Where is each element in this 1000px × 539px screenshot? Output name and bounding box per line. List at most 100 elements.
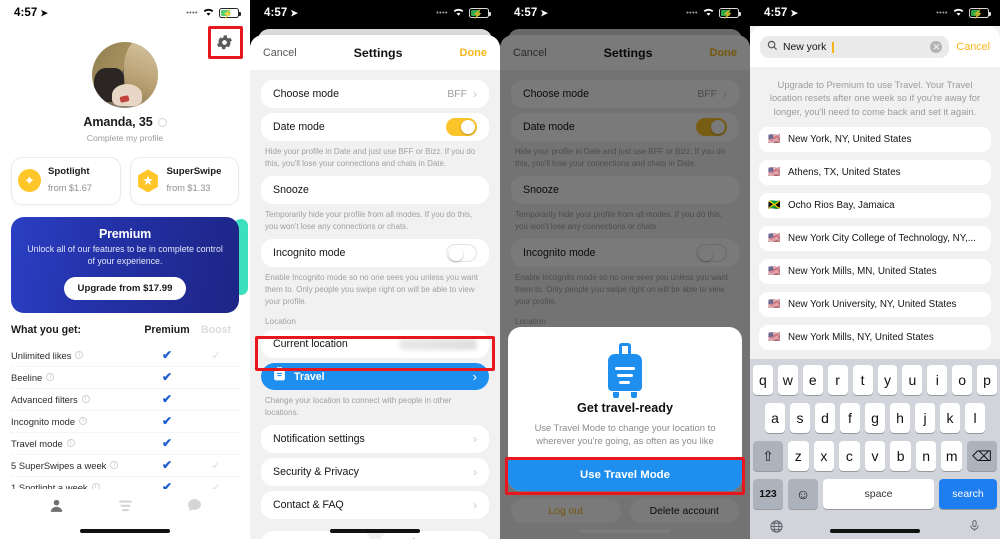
current-location-row[interactable]: Current location bbox=[273, 330, 477, 358]
search-input[interactable]: New york ✕ bbox=[760, 36, 950, 58]
key-z[interactable]: z bbox=[787, 441, 809, 471]
incognito-card[interactable]: Incognito mode bbox=[261, 239, 489, 268]
boost-check: ✓ bbox=[211, 459, 221, 472]
choose-mode-card[interactable]: Choose mode BFF › bbox=[261, 80, 489, 108]
upgrade-button[interactable]: Upgrade from $17.99 bbox=[63, 276, 187, 300]
contact-faq-label: Contact & FAQ bbox=[273, 499, 344, 512]
incognito-toggle[interactable] bbox=[446, 244, 477, 263]
key-n[interactable]: n bbox=[915, 441, 937, 471]
key-c[interactable]: c bbox=[839, 441, 860, 471]
key-l[interactable]: l bbox=[965, 403, 985, 433]
sidebar-item-profile[interactable] bbox=[48, 497, 65, 519]
snooze-card[interactable]: Snooze bbox=[261, 176, 489, 205]
feature-label: Travel mode bbox=[11, 437, 63, 449]
contact-faq-card[interactable]: Contact & FAQ › bbox=[261, 491, 489, 520]
key-k[interactable]: k bbox=[940, 403, 960, 433]
numbers-key[interactable]: 123 bbox=[753, 479, 783, 509]
info-icon[interactable]: i bbox=[79, 417, 88, 426]
key-o[interactable]: o bbox=[952, 365, 973, 395]
status-time-wrap: 4:57 ➤ bbox=[264, 7, 298, 19]
use-travel-mode-button[interactable]: Use Travel Mode bbox=[508, 460, 742, 491]
status-time-wrap: 4:57 ➤ bbox=[764, 7, 798, 19]
sidebar-item-chat[interactable] bbox=[186, 497, 203, 519]
sparkle-circle-icon: ✦ bbox=[18, 169, 41, 193]
travel-row[interactable]: Travel › bbox=[261, 363, 489, 391]
panel-settings: 4:57 ➤ •••• ⚡ Cancel Settings Done Choos… bbox=[250, 0, 500, 539]
key-m[interactable]: m bbox=[941, 441, 963, 471]
table-row: 5 SuperSwipes a week i ✔ ✓ bbox=[11, 455, 239, 477]
list-item[interactable]: 🇺🇸 New York Mills, MN, United States bbox=[759, 259, 991, 285]
incognito-row[interactable]: Incognito mode bbox=[273, 239, 477, 267]
key-p[interactable]: p bbox=[977, 365, 998, 395]
key-x[interactable]: x bbox=[813, 441, 835, 471]
key-j[interactable]: j bbox=[915, 403, 935, 433]
key-a[interactable]: a bbox=[765, 403, 785, 433]
suitcase-icon bbox=[273, 366, 286, 387]
emoji-key[interactable]: ☺ bbox=[788, 479, 818, 509]
superswipe-card[interactable]: ★ SuperSwipe from $1.33 bbox=[129, 157, 239, 205]
key-w[interactable]: w bbox=[777, 365, 798, 395]
battery-icon: ⚡ bbox=[969, 8, 991, 19]
date-mode-toggle[interactable] bbox=[446, 118, 477, 136]
sidebar-item-swipe[interactable] bbox=[116, 497, 135, 519]
notification-settings-card[interactable]: Notification settings › bbox=[261, 425, 489, 454]
list-item[interactable]: 🇯🇲 Ocho Rios Bay, Jamaica bbox=[759, 193, 991, 219]
flag-icon: 🇺🇸 bbox=[768, 299, 781, 311]
key-e[interactable]: e bbox=[802, 365, 823, 395]
spotlight-card[interactable]: ✦ Spotlight from $1.67 bbox=[11, 157, 121, 205]
table-header-boost: Boost bbox=[200, 323, 231, 336]
choose-mode-row[interactable]: Choose mode BFF › bbox=[273, 80, 477, 108]
info-icon[interactable]: i bbox=[46, 373, 55, 382]
current-location-label: Current location bbox=[273, 338, 348, 351]
space-key[interactable]: space bbox=[823, 479, 934, 509]
key-h[interactable]: h bbox=[890, 403, 910, 433]
status-bar-1: 4:57 ➤ •••• ⚡ bbox=[0, 0, 250, 26]
notification-settings-label: Notification settings bbox=[273, 433, 365, 446]
list-item[interactable]: 🇺🇸 New York, NY, United States bbox=[759, 127, 991, 153]
key-f[interactable]: f bbox=[840, 403, 860, 433]
home-indicator bbox=[80, 529, 170, 533]
list-item[interactable]: 🇺🇸 New York City College of Technology, … bbox=[759, 226, 991, 252]
notification-settings-row[interactable]: Notification settings › bbox=[273, 425, 477, 453]
list-item[interactable]: 🇺🇸 New York University, NY, United State… bbox=[759, 292, 991, 318]
premium-card[interactable]: Premium Unlock all of our features to be… bbox=[11, 216, 239, 313]
key-r[interactable]: r bbox=[827, 365, 848, 395]
contact-faq-row[interactable]: Contact & FAQ › bbox=[273, 491, 477, 519]
key-g[interactable]: g bbox=[865, 403, 885, 433]
info-icon[interactable]: i bbox=[81, 395, 90, 404]
complete-profile-label[interactable]: Complete my profile bbox=[0, 133, 250, 143]
done-button[interactable]: Done bbox=[460, 47, 488, 59]
info-icon[interactable]: i bbox=[75, 351, 84, 360]
key-v[interactable]: v bbox=[864, 441, 886, 471]
search-key[interactable]: search bbox=[939, 479, 997, 509]
key-s[interactable]: s bbox=[790, 403, 810, 433]
snooze-row[interactable]: Snooze bbox=[273, 176, 477, 204]
date-mode-card[interactable]: Date mode bbox=[261, 113, 489, 141]
info-icon[interactable]: i bbox=[110, 461, 119, 470]
keyboard-bottom-bar bbox=[753, 517, 997, 538]
date-mode-row[interactable]: Date mode bbox=[273, 113, 477, 141]
list-item[interactable]: 🇺🇸 Athens, TX, United States bbox=[759, 160, 991, 186]
security-privacy-card[interactable]: Security & Privacy › bbox=[261, 458, 489, 487]
list-item[interactable]: 🇺🇸 New York Mills, NY, United States bbox=[759, 325, 991, 351]
status-bar-2: 4:57 ➤ •••• ⚡ bbox=[250, 0, 500, 26]
key-b[interactable]: b bbox=[890, 441, 911, 471]
key-i[interactable]: i bbox=[927, 365, 948, 395]
shift-key[interactable]: ⇧ bbox=[752, 441, 783, 471]
mic-icon[interactable] bbox=[968, 518, 981, 538]
clear-search-icon[interactable]: ✕ bbox=[930, 41, 943, 53]
security-privacy-row[interactable]: Security & Privacy › bbox=[273, 458, 477, 486]
key-t[interactable]: t bbox=[852, 365, 873, 395]
key-q[interactable]: q bbox=[752, 365, 773, 395]
key-u[interactable]: u bbox=[902, 365, 923, 395]
current-location-card[interactable]: Current location bbox=[261, 330, 489, 359]
globe-icon[interactable] bbox=[769, 519, 784, 538]
key-d[interactable]: d bbox=[815, 403, 835, 433]
incognito-label: Incognito mode bbox=[273, 247, 346, 260]
backspace-key[interactable]: ⌫ bbox=[967, 441, 998, 471]
settings-gear-button[interactable] bbox=[211, 29, 238, 56]
cancel-button[interactable]: Cancel bbox=[263, 47, 297, 59]
key-y[interactable]: y bbox=[877, 365, 898, 395]
cancel-button[interactable]: Cancel bbox=[956, 41, 990, 53]
info-icon[interactable]: i bbox=[66, 439, 75, 448]
